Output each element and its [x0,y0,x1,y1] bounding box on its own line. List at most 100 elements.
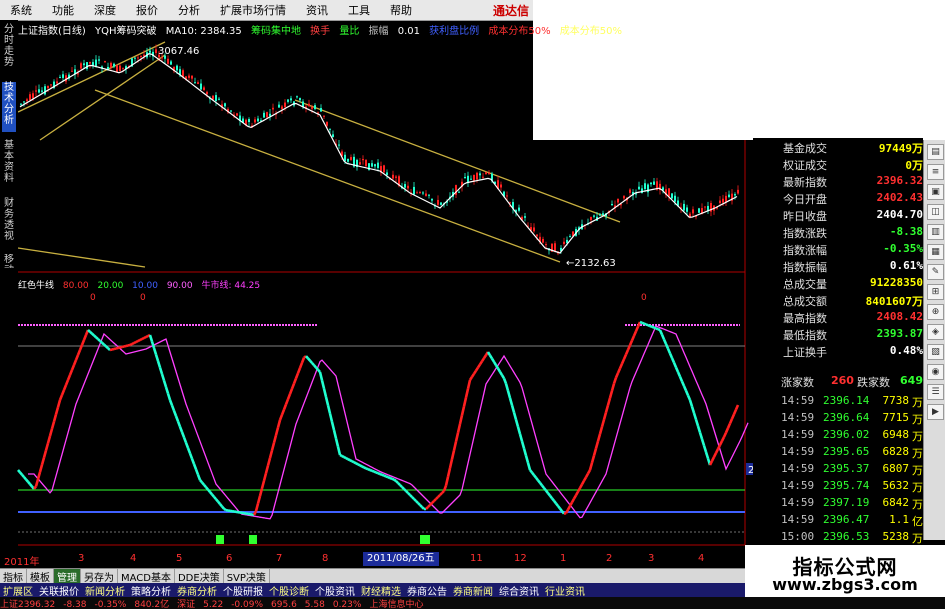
menu-item-quote[interactable]: 报价 [126,2,168,18]
quote-row: 指数振幅 0.61% [753,257,923,274]
candle-body [698,208,700,213]
tab-extension[interactable]: 券商新闻 [450,583,496,598]
k-line-segment [550,497,556,502]
tick-row: 14:59 2395.74 5632 万 [781,477,923,494]
menu-bar: 系统 功能 深度 报价 分析 扩展市场行情 资讯 工具 帮助 通达信 [0,0,533,21]
vtab-intraday[interactable]: 分时走势 [2,24,16,74]
tab-extension[interactable]: 综合资讯 [496,583,542,598]
menu-item-help[interactable]: 帮助 [380,2,422,18]
tab-extension[interactable]: 个股资讯 [312,583,358,598]
candle-body [500,184,502,188]
tick-time: 14:59 [781,479,815,492]
tab-extension[interactable]: 个股诊断 [266,583,312,598]
k-line-segment [407,492,411,496]
tab-extension[interactable]: 行业资讯 [542,583,588,598]
toolbar-button[interactable]: ▶ [927,404,944,420]
menu-item-tools[interactable]: 工具 [338,2,380,18]
toolbar-button[interactable]: ▣ [927,184,944,200]
indicator-param: 20.00 [97,281,124,291]
k-line-segment [334,438,340,448]
k-line-segment [270,442,276,451]
k-line-segment [201,481,205,486]
k-line-segment [696,425,702,433]
menu-item-function[interactable]: 功能 [42,2,84,18]
low-annotation: ←2132.63 [566,258,616,269]
toolbar-button[interactable]: ☰ [927,384,944,400]
tick-volume: 7738 [882,394,910,407]
k-line-segment [624,349,630,355]
k-line-segment [315,366,319,371]
k-line-segment [152,347,158,355]
vtab-technical[interactable]: 技术分析 [2,82,16,132]
tab-extension[interactable]: 关联报价 [36,583,82,598]
menu-item-ext-market[interactable]: 扩展市场行情 [210,2,296,18]
k-line-segment [734,404,740,411]
candle-body [692,209,694,214]
k-line-segment [568,501,574,507]
tab-extension[interactable]: 新闻分析 [82,583,128,598]
menu-item-news[interactable]: 资讯 [296,2,338,18]
quote-value: 2396.32 [876,174,923,187]
tab-extension[interactable]: 券商公告 [404,583,450,598]
toolbar-button[interactable]: ▦ [927,244,944,260]
k-line-segment [409,494,413,498]
toolbar-button[interactable]: ▥ [927,224,944,240]
status-item: 5.22 [203,600,224,609]
candle-body [248,119,250,123]
tab-extension[interactable]: 扩展区 [0,583,36,598]
toolbar-button[interactable]: ≡ [927,164,944,180]
candle-body [44,86,46,95]
candle-body [287,99,289,102]
menu-item-analysis[interactable]: 分析 [168,2,210,18]
tick-unit: 万 [912,481,923,494]
k-line-segment [192,463,198,470]
tab-extension[interactable]: 个股研报 [220,583,266,598]
k-line-segment [636,321,642,328]
toolbar-button[interactable]: ◉ [927,364,944,380]
toolbar-button[interactable]: ⊞ [927,284,944,300]
candle-body [182,70,184,77]
candle-body [545,244,547,246]
k-line-segment [141,336,145,341]
candle-body [719,200,721,204]
vtab-chips[interactable]: 移动筹码 [2,254,16,268]
k-line-segment [563,511,567,515]
k-line-segment [437,494,441,498]
tab-extension[interactable]: 策略分析 [128,583,174,598]
k-line-segment [313,364,317,369]
date-axis-label: 1 [560,553,567,564]
vtab-finance[interactable]: 财务透视 [2,198,16,248]
toolbar-button[interactable]: ◫ [927,204,944,220]
k-line-segment [272,434,278,444]
signal-marker [249,535,257,544]
menu-item-depth[interactable]: 深度 [84,2,126,18]
candle-body [257,118,259,122]
candle-body [59,76,61,78]
k-line-segment [516,426,522,435]
quote-row: 上证换手 0.48% [753,342,923,359]
vtab-fundamental[interactable]: 基本资料 [2,140,16,190]
date-axis-label: 3 [648,553,655,564]
k-line-segment [60,389,66,396]
k-line-segment [324,396,330,406]
toolbar-button[interactable]: ▤ [927,144,944,160]
k-line-segment [580,480,586,486]
k-line-segment [658,329,664,336]
tab-extension[interactable]: 券商分析 [174,583,220,598]
tab-extension[interactable]: 财经精选 [358,583,404,598]
toolbar-button[interactable]: ▧ [927,344,944,360]
k-line-segment [135,339,139,344]
toolbar-button[interactable]: ✎ [927,264,944,280]
k-line-segment [606,397,612,406]
candle-body [590,217,592,221]
toolbar-button[interactable]: ◈ [927,324,944,340]
date-axis-label: 3 [78,553,85,564]
toolbar-button[interactable]: ⊕ [927,304,944,320]
candle-body [440,202,442,205]
menu-item-system[interactable]: 系统 [0,2,42,18]
status-bar: 上证2396.32 -8.38 -0.35% 840.2亿 深证 5.22 -0.09% 69… [0,597,945,609]
candle-body [80,63,82,69]
quote-value: 8401607万 [865,295,923,308]
candle-body [95,59,97,67]
k-line-segment [166,393,172,401]
